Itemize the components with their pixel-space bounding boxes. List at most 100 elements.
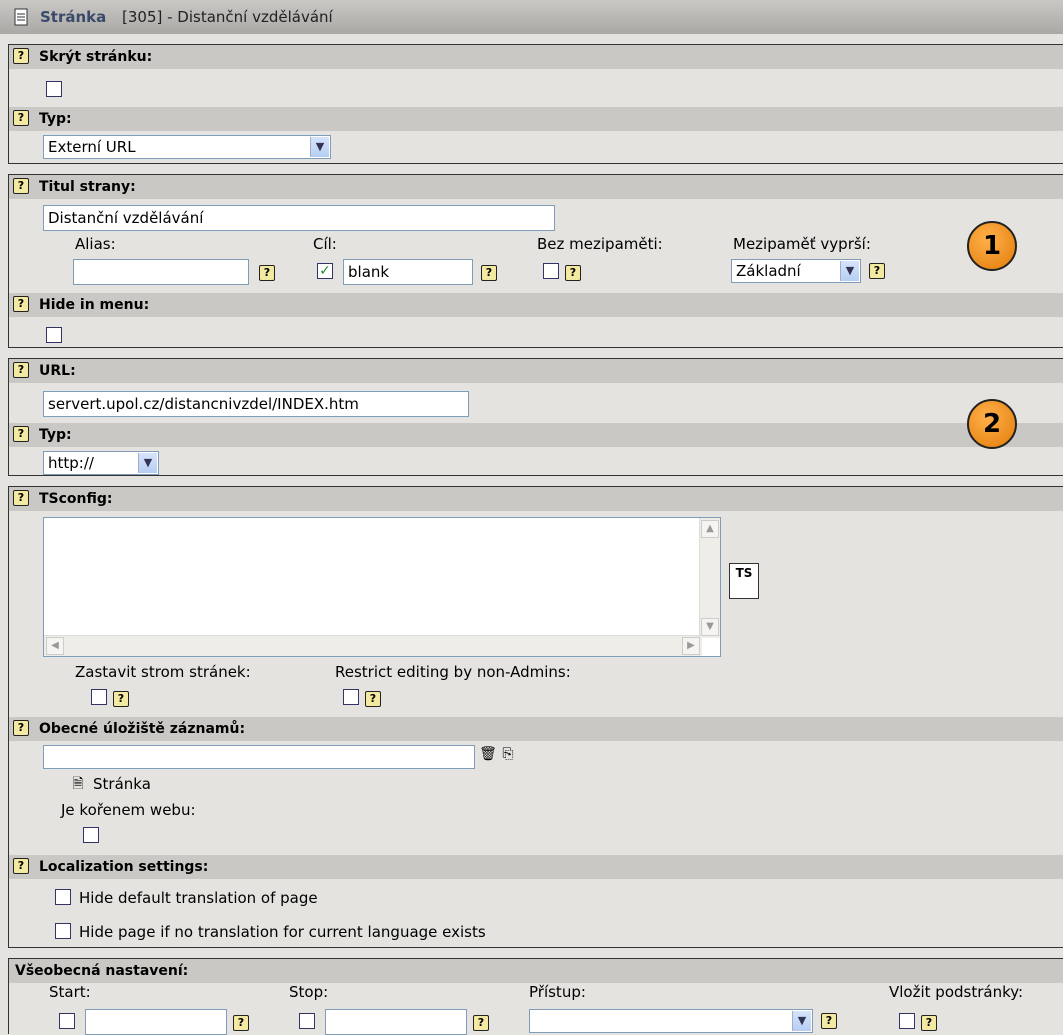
url-label: URL: xyxy=(39,363,76,379)
help-icon[interactable]: ? xyxy=(921,1015,937,1031)
storage-item: Stránka xyxy=(93,775,151,793)
chevron-down-icon[interactable]: ▼ xyxy=(310,137,329,157)
step-badge-2: 2 xyxy=(967,399,1017,449)
cache-expires-label: Mezipaměť vyprší: xyxy=(733,235,871,253)
help-icon[interactable]: ? xyxy=(13,490,29,506)
type-label: Typ: xyxy=(39,111,72,127)
url-type-value: http:// xyxy=(48,454,94,472)
hide-default-checkbox[interactable] xyxy=(55,889,71,905)
chevron-down-icon[interactable]: ▼ xyxy=(138,453,157,473)
section-general: Všeobecná nastavení: Start: Stop: Přístu… xyxy=(8,958,1063,1035)
help-icon[interactable]: ? xyxy=(869,263,885,279)
tsconfig-header: ? TSconfig: xyxy=(9,487,1063,511)
section-title: ? Titul strany: Distanční vzdělávání Ali… xyxy=(8,174,1063,348)
scroll-up-icon[interactable]: ▲ xyxy=(701,520,719,538)
horizontal-scrollbar[interactable]: ◀ ▶ xyxy=(44,635,702,656)
type-header: ? Typ: xyxy=(9,107,1063,131)
window-titlebar: Stránka [305] - Distanční vzdělávání xyxy=(0,0,1063,34)
no-cache-label: Bez mezipaměti: xyxy=(537,235,663,253)
alias-label: Alias: xyxy=(75,235,116,253)
title-label: Titul strany: xyxy=(39,179,136,195)
help-icon[interactable]: ? xyxy=(13,720,29,736)
help-icon[interactable]: ? xyxy=(13,858,29,874)
vertical-scrollbar[interactable]: ▲ ▼ xyxy=(699,518,720,638)
help-icon[interactable]: ? xyxy=(821,1013,837,1029)
url-type-select[interactable]: http:// ▼ xyxy=(43,451,159,475)
scroll-left-icon[interactable]: ◀ xyxy=(46,637,64,655)
hide-no-translation-label: Hide page if no translation for current … xyxy=(79,923,486,941)
alias-input[interactable] xyxy=(73,259,249,285)
storage-header: ? Obecné úložiště záznamů: xyxy=(9,717,1063,741)
general-label: Všeobecná nastavení: xyxy=(15,963,189,979)
localization-label: Localization settings: xyxy=(39,859,209,875)
stop-tree-label: Zastavit strom stránek: xyxy=(75,663,251,681)
chevron-down-icon[interactable]: ▼ xyxy=(792,1011,811,1031)
window-title-bold: Stránka xyxy=(40,8,107,26)
hide-page-label: Skrýt stránku: xyxy=(39,49,153,65)
help-icon[interactable]: ? xyxy=(259,265,275,281)
stop-input[interactable] xyxy=(325,1009,467,1035)
start-checkbox[interactable] xyxy=(59,1013,75,1029)
stop-checkbox[interactable] xyxy=(299,1013,315,1029)
hide-page-header: ? Skrýt stránku: xyxy=(9,45,1063,69)
target-checkbox[interactable]: ✓ xyxy=(317,263,333,279)
access-select[interactable]: ▼ xyxy=(529,1009,813,1033)
include-sub-label: Vložit podstránky: xyxy=(889,983,1024,1001)
storage-label: Obecné úložiště záznamů: xyxy=(39,721,246,737)
help-icon[interactable]: ? xyxy=(473,1015,489,1031)
root-checkbox[interactable] xyxy=(83,827,99,843)
localization-header: ? Localization settings: xyxy=(9,855,1063,879)
help-icon[interactable]: ? xyxy=(13,178,29,194)
url-input[interactable]: servert.upol.cz/distancnivzdel/INDEX.htm xyxy=(43,391,469,417)
hide-no-translation-checkbox[interactable] xyxy=(55,923,71,939)
include-sub-checkbox[interactable] xyxy=(899,1013,915,1029)
help-icon[interactable]: ? xyxy=(565,265,581,281)
help-icon[interactable]: ? xyxy=(13,296,29,312)
url-type-header: ? Typ: xyxy=(9,423,1063,447)
root-label: Je kořenem webu: xyxy=(61,801,196,819)
help-icon[interactable]: ? xyxy=(13,110,29,126)
chevron-down-icon[interactable]: ▼ xyxy=(840,261,859,281)
tsconfig-label: TSconfig: xyxy=(39,491,113,507)
hide-page-checkbox[interactable] xyxy=(46,81,62,97)
title-header: ? Titul strany: xyxy=(9,175,1063,199)
help-icon[interactable]: ? xyxy=(13,362,29,378)
section-url: ? URL: servert.upol.cz/distancnivzdel/IN… xyxy=(8,358,1063,476)
page-icon: 🗎 xyxy=(72,776,84,792)
storage-input[interactable] xyxy=(43,745,475,769)
cache-expires-value: Základní xyxy=(736,262,801,280)
access-label: Přístup: xyxy=(529,983,586,1001)
no-cache-checkbox[interactable] xyxy=(543,263,559,279)
window-title: [305] - Distanční vzdělávání xyxy=(122,8,333,26)
stop-tree-checkbox[interactable] xyxy=(91,689,107,705)
tsconfig-textarea[interactable]: ▲ ▼ ◀ ▶ xyxy=(43,517,721,657)
scroll-down-icon[interactable]: ▼ xyxy=(701,618,719,636)
restrict-checkbox[interactable] xyxy=(343,689,359,705)
help-icon[interactable]: ? xyxy=(365,691,381,707)
start-input[interactable] xyxy=(85,1009,227,1035)
help-icon[interactable]: ? xyxy=(13,48,29,64)
url-type-label: Typ: xyxy=(39,427,72,443)
help-icon[interactable]: ? xyxy=(233,1015,249,1031)
ts-wizard-icon[interactable]: TS xyxy=(729,563,759,599)
scroll-right-icon[interactable]: ▶ xyxy=(682,637,700,655)
cache-expires-select[interactable]: Základní ▼ xyxy=(731,259,861,283)
general-header: Všeobecná nastavení: xyxy=(9,959,1063,983)
section-page-type: ? Skrýt stránku: ? Typ: Externí URL ▼ xyxy=(8,44,1063,164)
help-icon[interactable]: ? xyxy=(13,426,29,442)
hide-menu-checkbox[interactable] xyxy=(46,327,62,343)
page-type-select[interactable]: Externí URL ▼ xyxy=(43,135,331,159)
page-icon xyxy=(14,8,28,26)
restrict-label: Restrict editing by non-Admins: xyxy=(335,663,571,681)
page-type-value: Externí URL xyxy=(48,138,136,156)
hide-menu-label: Hide in menu: xyxy=(39,297,150,313)
trash-icon[interactable]: 🗑 xyxy=(479,745,497,763)
target-label: Cíl: xyxy=(313,235,337,253)
start-label: Start: xyxy=(49,983,91,1001)
target-input[interactable]: blank xyxy=(343,259,473,285)
title-input[interactable]: Distanční vzdělávání xyxy=(43,205,555,231)
help-icon[interactable]: ? xyxy=(481,265,497,281)
browse-icon[interactable]: ⎘ xyxy=(499,745,517,763)
help-icon[interactable]: ? xyxy=(113,691,129,707)
stop-label: Stop: xyxy=(289,983,329,1001)
